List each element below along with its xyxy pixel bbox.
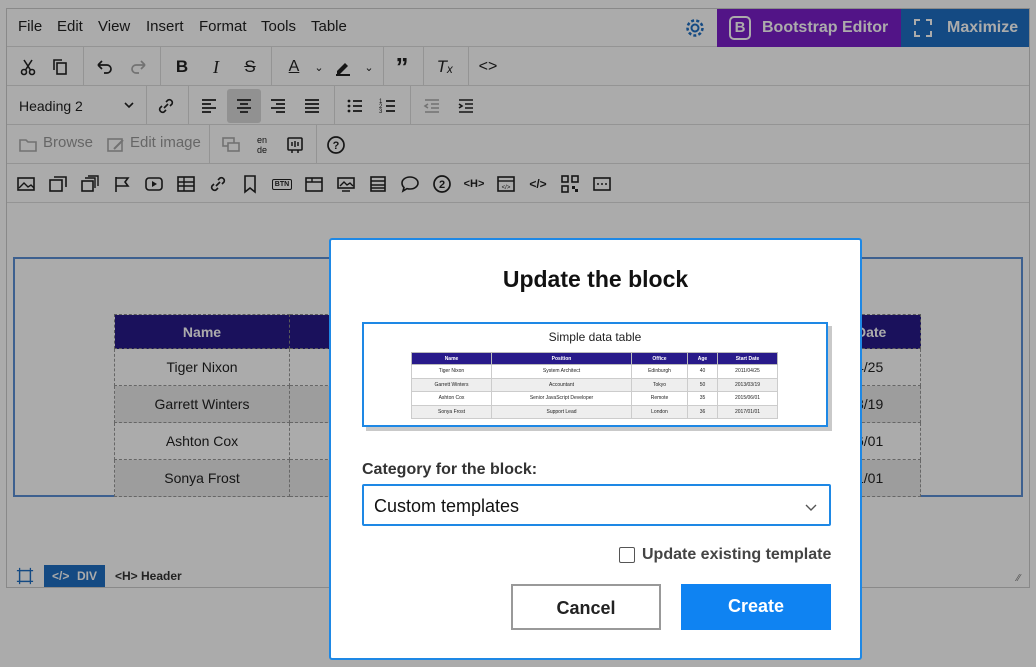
cancel-button[interactable]: Cancel	[511, 584, 661, 630]
preview-row: Tiger Nixon System Architect Edinburgh 4…	[411, 364, 778, 379]
create-button-label: Create	[727, 596, 785, 616]
preview-table: Name Position Office Age Start Date Tige…	[411, 352, 778, 419]
preview-cell: 40	[687, 364, 718, 379]
create-button[interactable]: Create	[681, 584, 831, 630]
preview-cell: Tokyo	[631, 377, 688, 392]
category-select-value: Custom templates	[374, 496, 520, 516]
preview-cell: 2017/01/01	[717, 404, 778, 419]
preview-cell: Ashton Cox	[411, 391, 492, 406]
dialog-title: Update the block	[502, 266, 689, 292]
preview-cell: 36	[687, 404, 718, 419]
preview-header-row: Name Position Office Age Start Date	[411, 352, 778, 365]
category-select[interactable]: Custom templates	[362, 484, 831, 526]
update-block-dialog: Update the block Simple data table Name …	[329, 238, 862, 660]
category-label: Category for the block:	[362, 461, 538, 478]
preview-cell: 2015/06/01	[717, 391, 778, 406]
preview-cell: Remote	[631, 391, 688, 406]
preview-cell: Garrett Winters	[411, 377, 492, 392]
preview-cell: 2011/04/25	[717, 364, 778, 379]
preview-cell: Support Lead	[491, 404, 632, 419]
preview-header-cell: Position	[491, 352, 632, 365]
preview-cell: London	[631, 404, 688, 419]
preview-cell: Tiger Nixon	[411, 364, 492, 379]
update-existing-label[interactable]: Update existing template	[642, 546, 831, 564]
preview-cell: Accountant	[491, 377, 632, 392]
preview-row: Sonya Frost Support Lead London 36 2017/…	[411, 404, 778, 419]
preview-header-cell: Age	[687, 352, 718, 365]
chevron-down-icon	[804, 498, 818, 519]
preview-cell: 2013/03/19	[717, 377, 778, 392]
preview-cell: Senior JavaScript Developer	[491, 391, 632, 406]
preview-header-cell: Start Date	[717, 352, 778, 365]
preview-cell: Edinburgh	[631, 364, 688, 379]
preview-row: Ashton Cox Senior JavaScript Developer R…	[411, 391, 778, 406]
preview-row: Garrett Winters Accountant Tokyo 50 2013…	[411, 377, 778, 392]
preview-cell: Sonya Frost	[411, 404, 492, 419]
preview-cell: System Architect	[491, 364, 632, 379]
preview-title: Simple data table	[548, 330, 642, 344]
preview-cell: 50	[687, 377, 718, 392]
preview-header-cell: Office	[631, 352, 688, 365]
preview-cell: 35	[687, 391, 718, 406]
preview-header-cell: Name	[411, 352, 492, 365]
template-preview: Simple data table Name Position Office A…	[362, 322, 828, 427]
cancel-button-label: Cancel	[556, 598, 616, 618]
update-existing-checkbox[interactable]	[619, 547, 635, 563]
